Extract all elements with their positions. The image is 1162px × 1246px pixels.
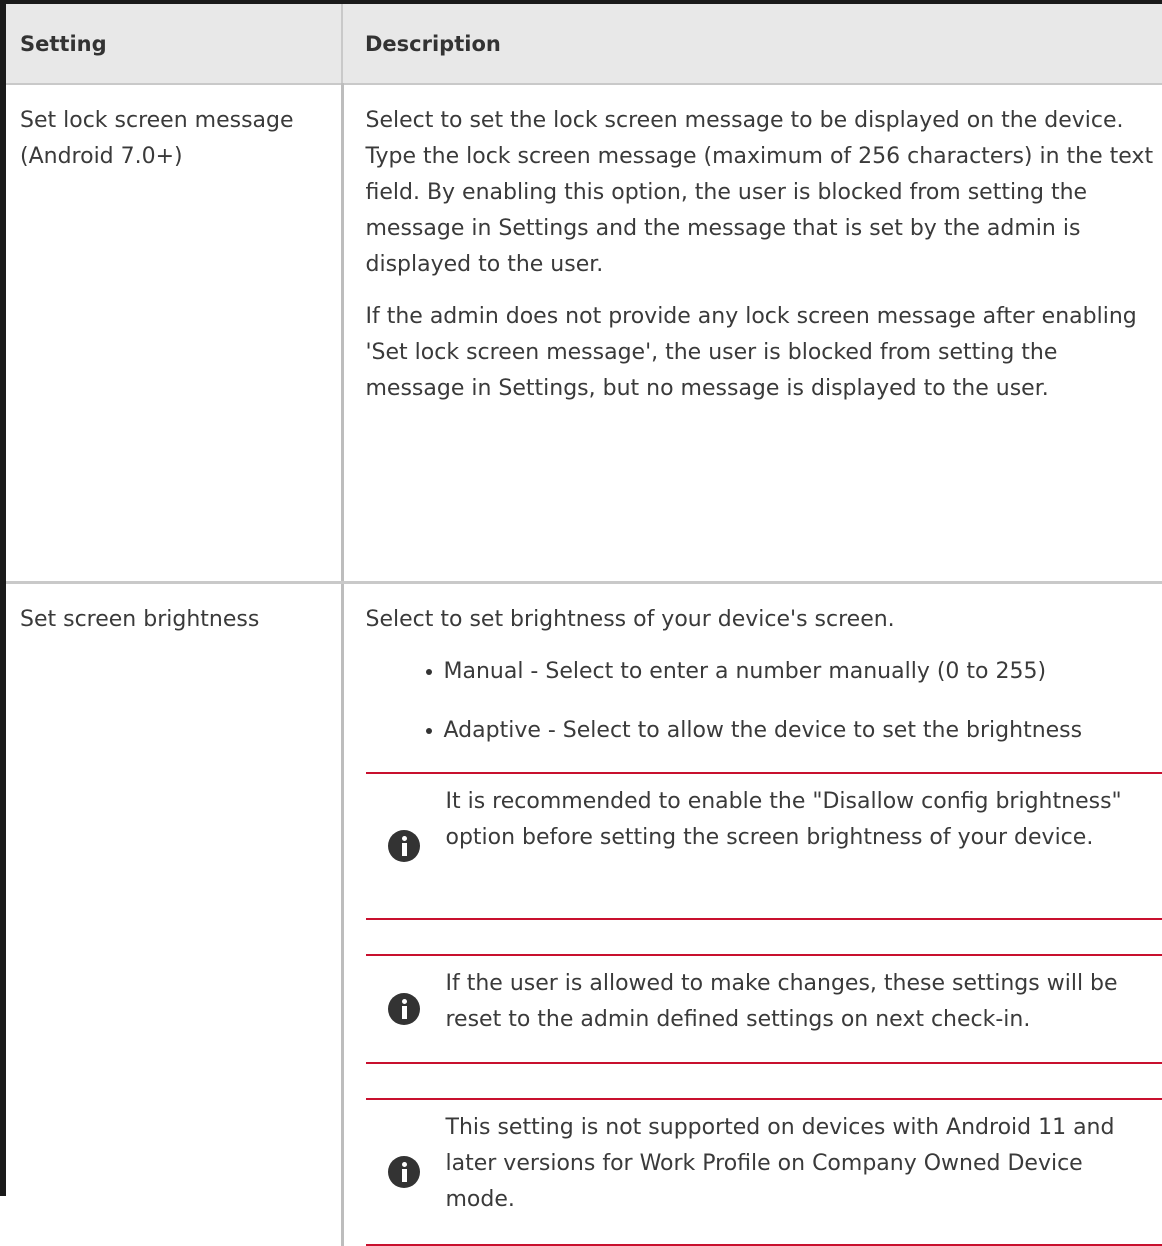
- note-text: If the user is allowed to make changes, …: [366, 956, 1162, 1038]
- table-row: Set screen brightness Select to set brig…: [6, 583, 1162, 1246]
- option-text: Manual - Select to enter a number manual…: [444, 659, 1047, 684]
- settings-table-page: Setting Description Set lock screen mess…: [0, 0, 1162, 1196]
- setting-name: Set lock screen message: [20, 103, 329, 139]
- info-note: It is recommended to enable the "Disallo…: [366, 772, 1162, 920]
- info-icon: [388, 993, 420, 1025]
- setting-platform-note: (Android 7.0+): [20, 139, 329, 175]
- note-text: It is recommended to enable the "Disallo…: [366, 774, 1162, 856]
- brightness-options-list: Manual - Select to enter a number manual…: [366, 654, 1162, 749]
- description-cell: Select to set brightness of your device'…: [342, 583, 1162, 1246]
- column-header-setting: Setting: [6, 4, 342, 84]
- list-item: Adaptive - Select to allow the device to…: [426, 713, 1162, 749]
- info-note: If the user is allowed to make changes, …: [366, 954, 1162, 1064]
- settings-table: Setting Description Set lock screen mess…: [6, 4, 1162, 1246]
- description-cell: Select to set the lock screen message to…: [342, 84, 1162, 583]
- column-header-description: Description: [342, 4, 1162, 84]
- option-text: Adaptive - Select to allow the device to…: [444, 718, 1083, 743]
- description-paragraph: Select to set brightness of your device'…: [366, 602, 1162, 638]
- info-note: This setting is not supported on devices…: [366, 1098, 1162, 1246]
- list-item: Manual - Select to enter a number manual…: [426, 654, 1162, 690]
- info-icon: [388, 1156, 420, 1188]
- description-paragraph: Select to set the lock screen message to…: [366, 103, 1162, 283]
- setting-name-cell: Set lock screen message (Android 7.0+): [6, 84, 342, 583]
- info-icon: [388, 830, 420, 862]
- note-text: This setting is not supported on devices…: [366, 1100, 1162, 1218]
- table-row: Set lock screen message (Android 7.0+) S…: [6, 84, 1162, 583]
- bullet-icon: [426, 728, 432, 734]
- setting-name-cell: Set screen brightness: [6, 583, 342, 1246]
- table-header-row: Setting Description: [6, 4, 1162, 84]
- setting-name: Set screen brightness: [20, 602, 329, 638]
- bullet-icon: [426, 669, 432, 675]
- description-paragraph: If the admin does not provide any lock s…: [366, 299, 1162, 407]
